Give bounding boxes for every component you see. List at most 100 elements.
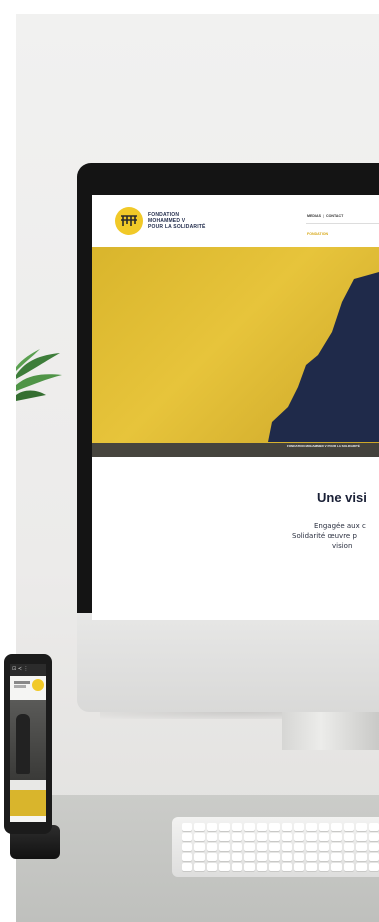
nav-link-medias[interactable]: MEDIAS	[307, 214, 321, 218]
keyboard-key	[194, 863, 205, 871]
hero-caption: FONDATION MOHAMMED V POUR LA SOLIDARITÉ	[287, 444, 360, 448]
keyboard-key	[318, 823, 330, 831]
logo-figures-icon	[121, 215, 137, 226]
scene: FONDATION MOHAMMED V POUR LA SOLIDARITÉ …	[0, 0, 379, 922]
keyboard-key	[331, 853, 342, 861]
keyboard-key	[219, 843, 230, 851]
keyboard-key	[194, 843, 205, 851]
keyboard-key	[231, 863, 243, 871]
keyboard-key	[306, 833, 317, 841]
site-logo[interactable]	[115, 207, 143, 235]
keyboard-key	[194, 833, 205, 841]
keyboard-key	[356, 863, 367, 871]
keyboard-key	[244, 853, 255, 861]
keyboard-key	[206, 863, 218, 871]
nav-divider	[306, 223, 379, 224]
keyboard-key	[219, 863, 230, 871]
keyboard-key	[356, 823, 367, 831]
keyboard-key	[293, 833, 305, 841]
keyboard-key	[293, 853, 305, 861]
keyboard-key	[206, 833, 218, 841]
keyboard-key	[368, 843, 379, 851]
keyboard-key	[293, 823, 305, 831]
keyboard-key	[194, 823, 205, 831]
keyboard-key	[318, 863, 330, 871]
keyboard-key	[269, 843, 280, 851]
keyboard-key	[256, 843, 268, 851]
phone-toolbar-icons[interactable]: ⊡ ≺ ⋮	[12, 666, 29, 672]
keyboard-key	[306, 863, 317, 871]
keyboard-key	[269, 863, 280, 871]
phone-logo-subtext	[14, 685, 26, 688]
keyboard-key	[318, 853, 330, 861]
keyboard-key	[293, 843, 305, 851]
keyboard-key	[306, 843, 317, 851]
keyboard-key	[281, 833, 292, 841]
phone-browser-bar: ⊡ ≺ ⋮	[10, 664, 46, 676]
website-screen: FONDATION MOHAMMED V POUR LA SOLIDARITÉ …	[92, 195, 379, 620]
phone-hero-figure	[16, 714, 30, 774]
phone-yellow-section	[10, 790, 46, 816]
keyboard-key	[256, 863, 268, 871]
keyboard-key	[331, 833, 342, 841]
keyboard-key	[231, 843, 243, 851]
keyboard-key	[343, 853, 355, 861]
keyboard-key	[219, 853, 230, 861]
keyboard-key	[343, 833, 355, 841]
keyboard-key	[368, 823, 379, 831]
logo-line-3: POUR LA SOLIDARITÉ	[148, 224, 206, 230]
keyboard-key	[293, 863, 305, 871]
keyboard-key	[368, 833, 379, 841]
keyboard-key	[256, 853, 268, 861]
keyboard-key	[306, 823, 317, 831]
keyboard-key	[244, 863, 255, 871]
keyboard-keys	[182, 823, 379, 871]
keyboard-key	[256, 833, 268, 841]
keyboard-key	[281, 863, 292, 871]
phone-screen: ⊡ ≺ ⋮	[10, 664, 46, 822]
keyboard-key	[182, 863, 193, 871]
keyboard-key	[219, 823, 230, 831]
keyboard-key	[368, 853, 379, 861]
plant-icon	[16, 349, 62, 401]
top-nav: MEDIAS | CONTACT	[307, 214, 343, 218]
keyboard-key	[269, 853, 280, 861]
keyboard-key	[194, 853, 205, 861]
keyboard-key	[244, 833, 255, 841]
keyboard-key	[182, 833, 193, 841]
phone-site-logo[interactable]	[32, 679, 44, 691]
keyboard-key	[281, 843, 292, 851]
keyboard-key	[206, 823, 218, 831]
nav-separator: |	[322, 214, 324, 218]
keyboard-key	[219, 833, 230, 841]
page-headline: Une visi	[317, 490, 367, 505]
phone-logo-text	[14, 681, 30, 684]
keyboard-key	[318, 843, 330, 851]
body-text-line-1: Engagée aux c	[314, 522, 366, 530]
keyboard-key	[206, 843, 218, 851]
hero-banner: FONDATION MOHAMMED V POUR LA SOLIDARITÉ	[92, 247, 379, 457]
keyboard-key	[231, 833, 243, 841]
site-logo-text[interactable]: FONDATION MOHAMMED V POUR LA SOLIDARITÉ	[148, 212, 206, 230]
nav-link-fondation[interactable]: FONDATION	[307, 232, 328, 236]
keyboard-key	[356, 853, 367, 861]
keyboard-key	[356, 843, 367, 851]
keyboard-key	[256, 823, 268, 831]
keyboard-key	[368, 863, 379, 871]
body-text-line-3: vision	[332, 542, 353, 550]
keyboard-key	[343, 823, 355, 831]
keyboard-key	[269, 833, 280, 841]
keyboard-key	[343, 843, 355, 851]
keyboard-key	[331, 863, 342, 871]
keyboard-key	[331, 843, 342, 851]
keyboard-key	[269, 823, 280, 831]
keyboard-key	[343, 863, 355, 871]
keyboard-key	[281, 853, 292, 861]
keyboard-key	[231, 823, 243, 831]
keyboard-key	[306, 853, 317, 861]
hero-map-graphic	[92, 272, 379, 457]
site-header: FONDATION MOHAMMED V POUR LA SOLIDARITÉ …	[92, 195, 379, 247]
keyboard-key	[244, 823, 255, 831]
nav-link-contact[interactable]: CONTACT	[326, 214, 343, 218]
phone-nav-strip	[10, 780, 46, 790]
